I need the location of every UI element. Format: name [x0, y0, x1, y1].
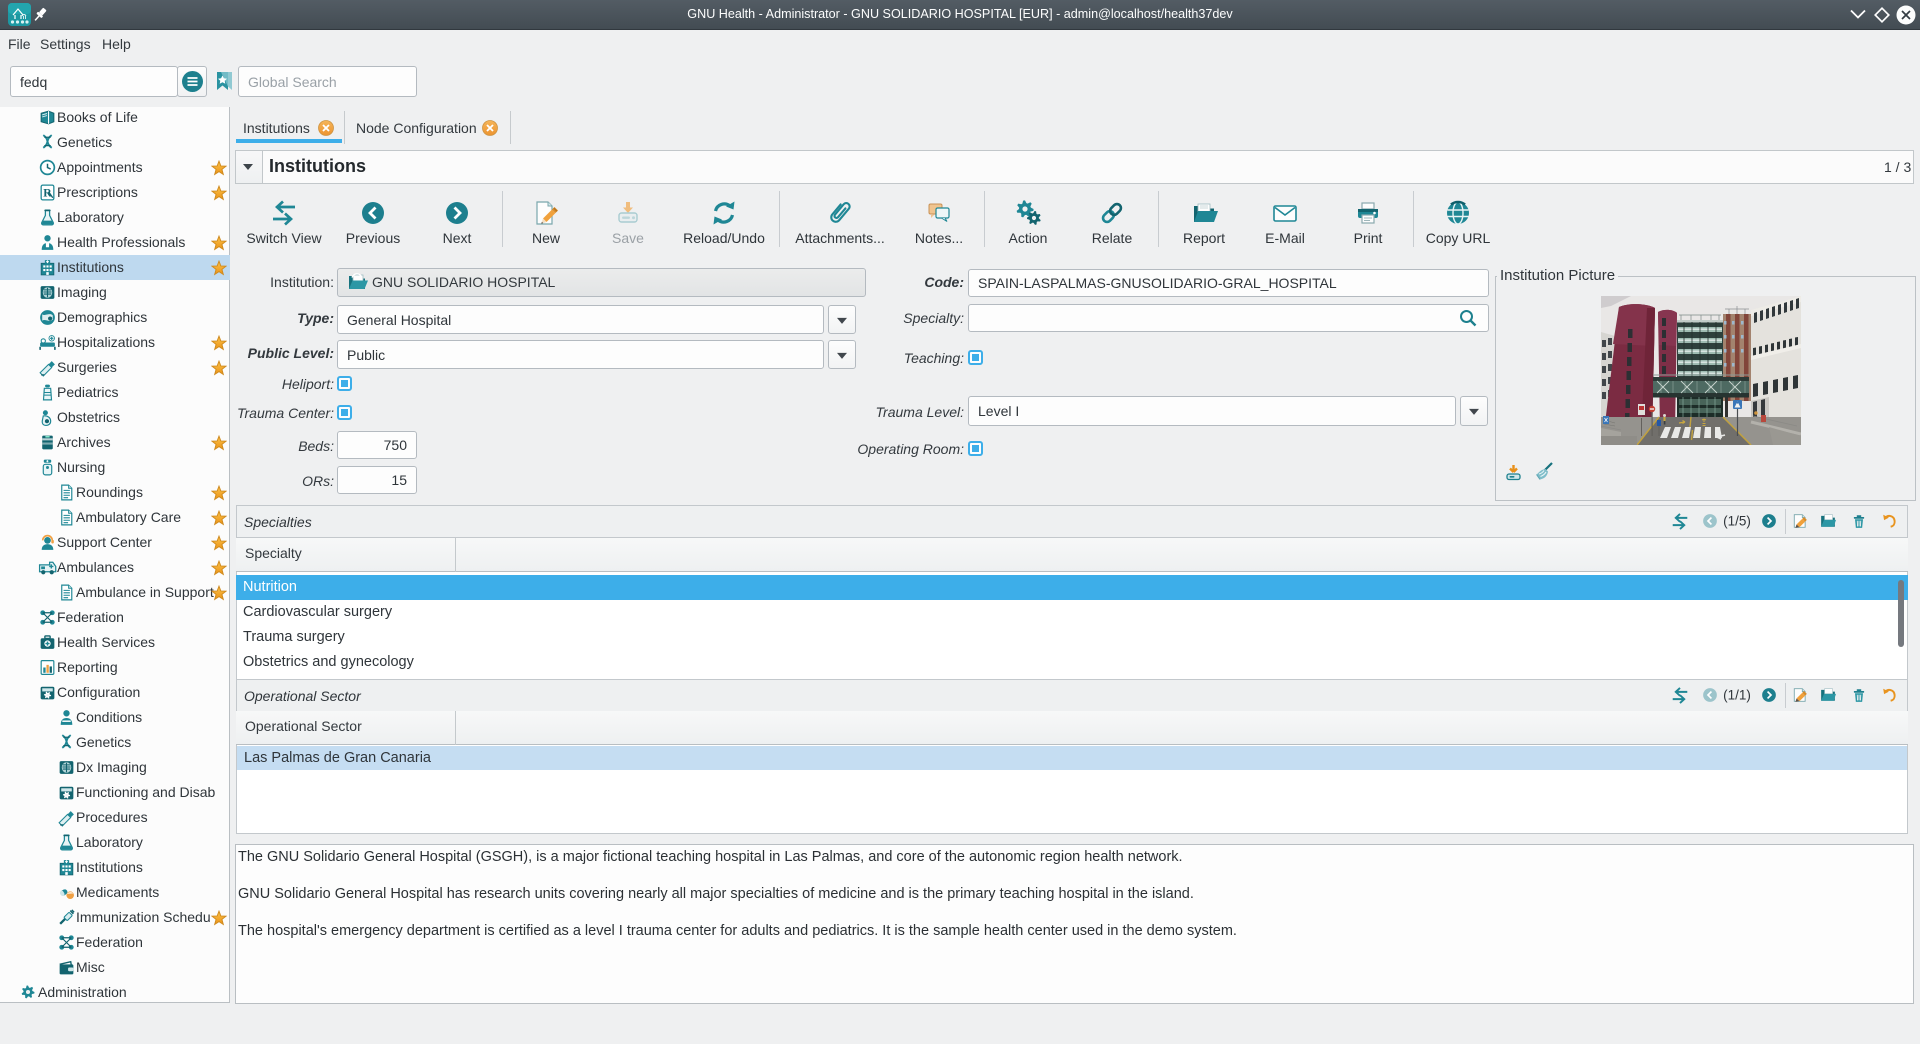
svg-text:R: R — [43, 187, 52, 200]
